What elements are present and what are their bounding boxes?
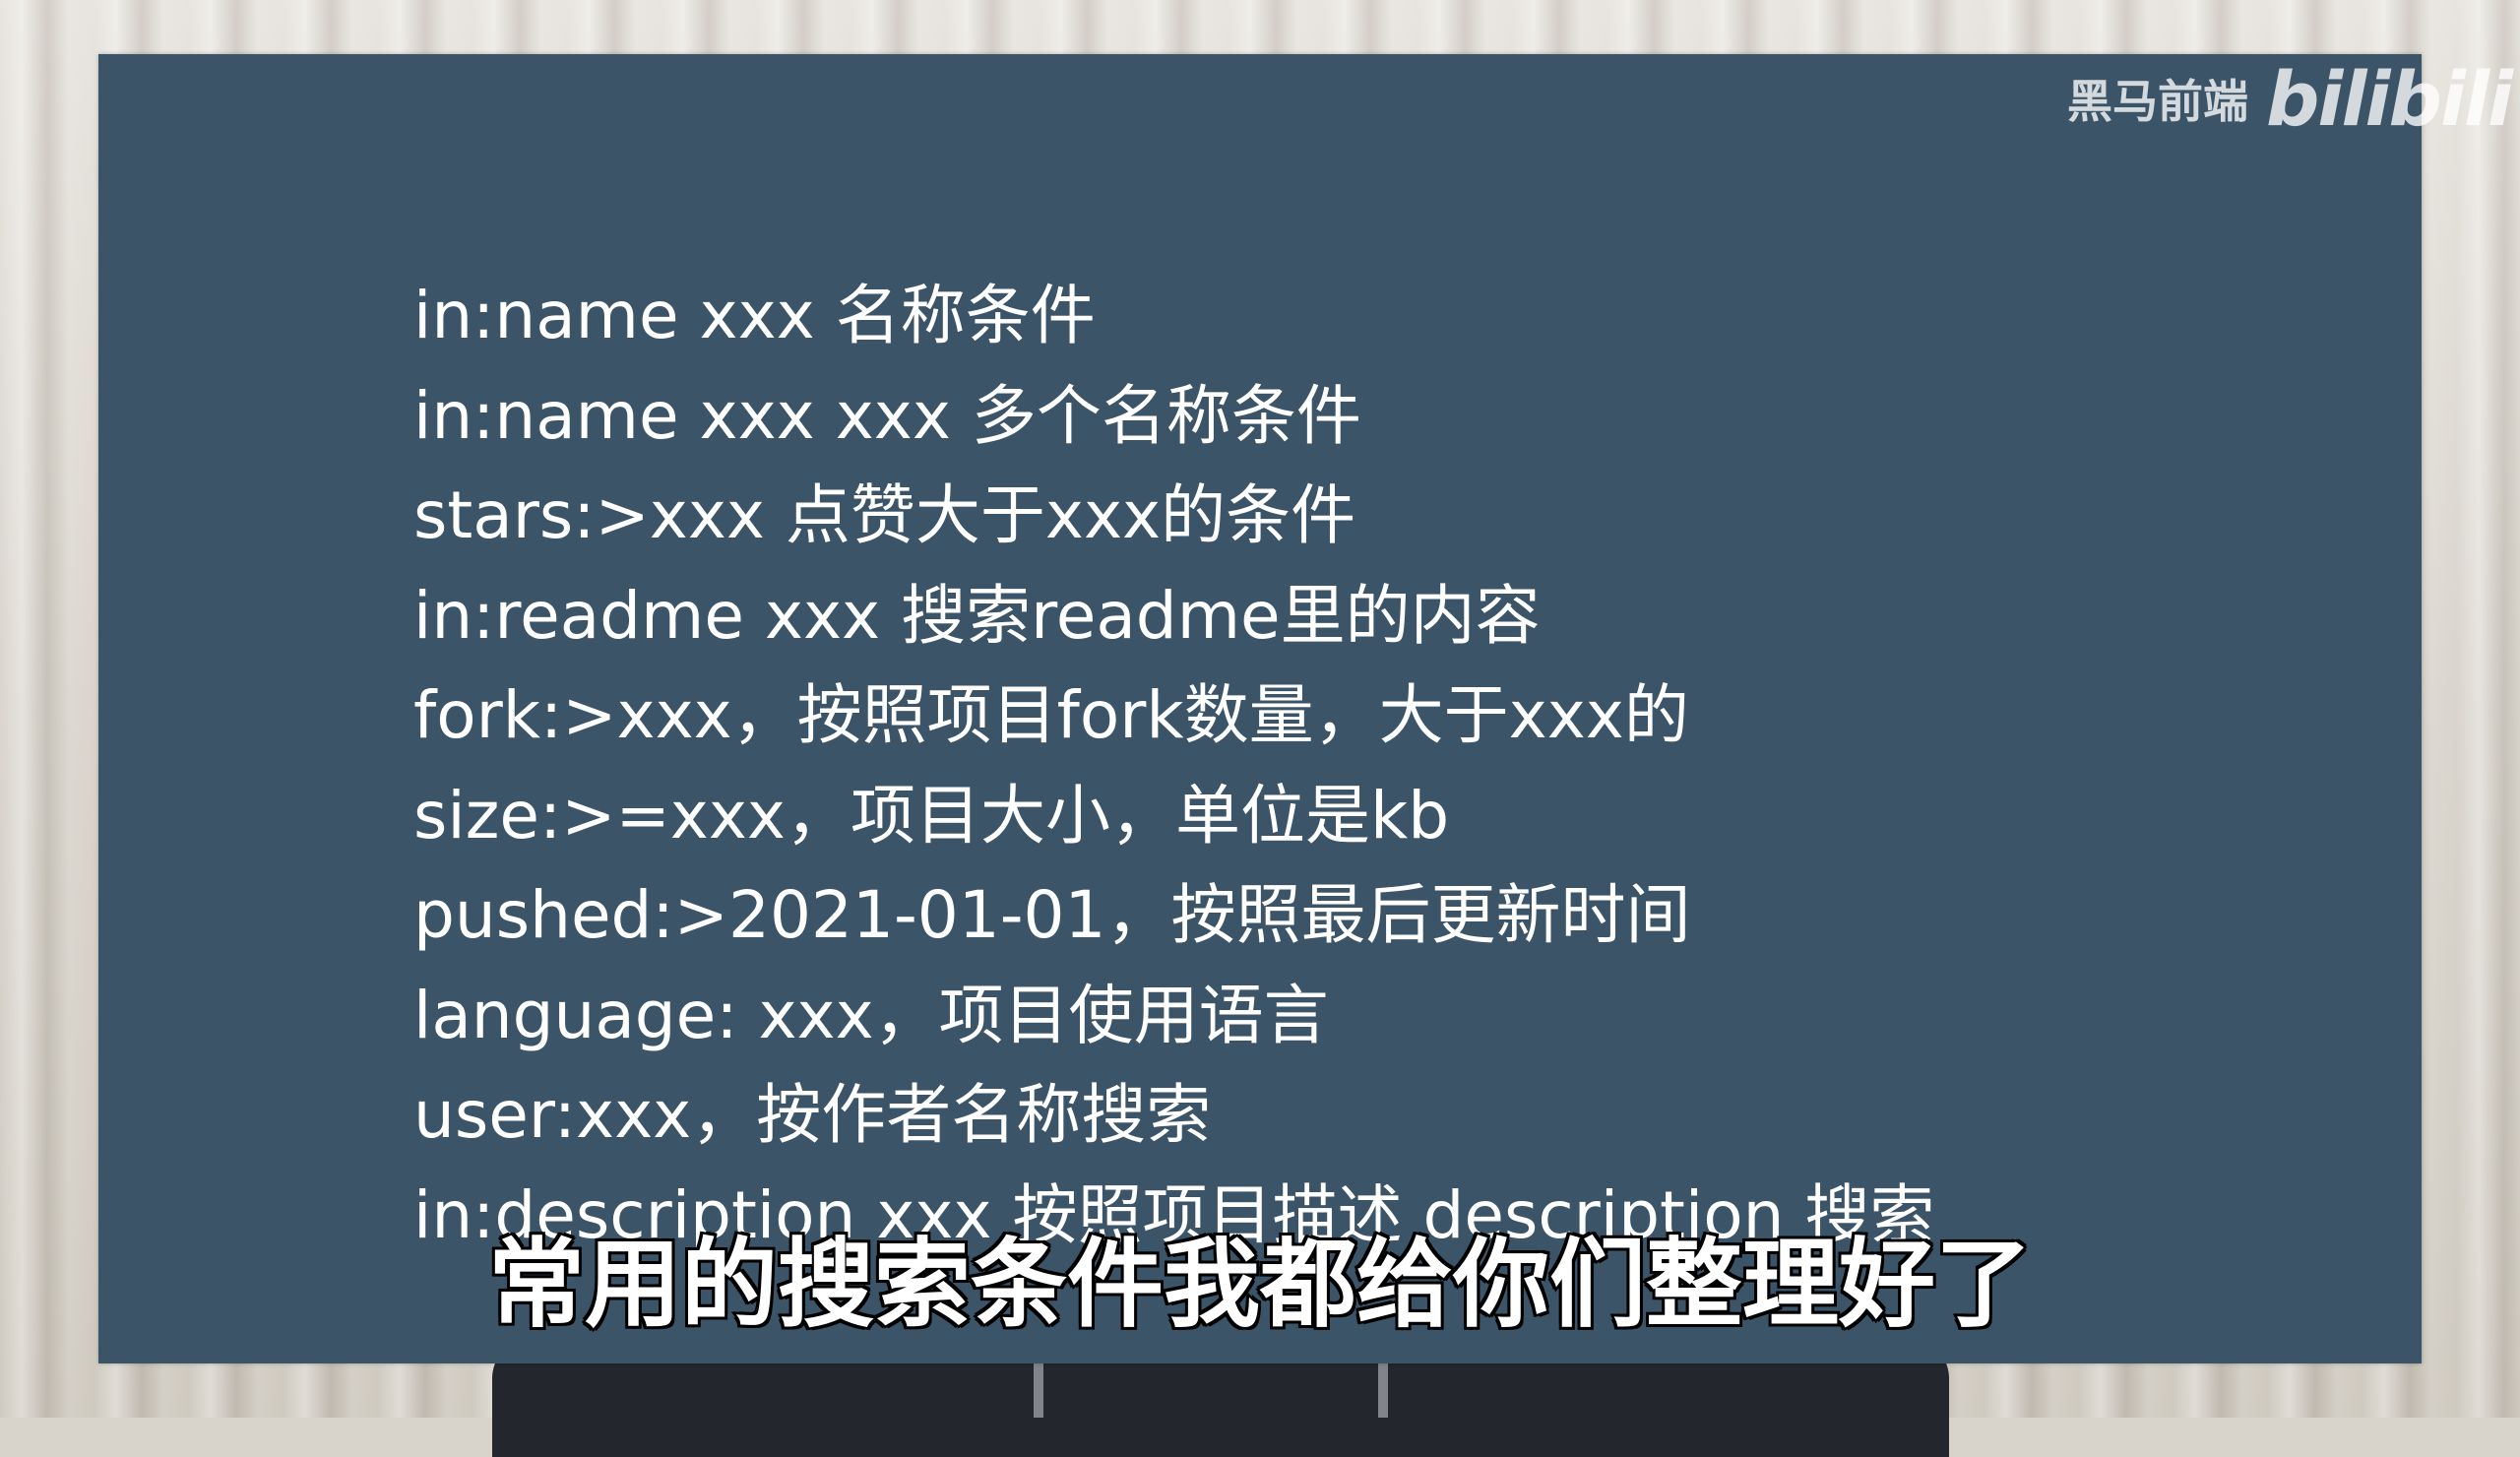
search-conditions-list: in:name xxx 名称条件 in:name xxx xxx 多个名称条件 …: [413, 266, 1934, 1265]
list-item: pushed:>2021-01-01，按照最后更新时间: [413, 877, 1691, 953]
list-item: in:name xxx xxx 多个名称条件: [413, 377, 1361, 454]
slide-panel: in:name xxx 名称条件 in:name xxx xxx 多个名称条件 …: [98, 54, 2422, 1363]
list-item: user:xxx，按作者名称搜索: [413, 1077, 1212, 1153]
list-item: stars:>xxx 点赞大于xxx的条件: [413, 477, 1356, 553]
video-subtitle: 常用的搜索条件我都给你们整理好了: [485, 1227, 2034, 1344]
list-item: size:>=xxx，项目大小，单位是kb: [413, 777, 1450, 854]
list-item: in:name xxx 名称条件: [413, 278, 1096, 353]
list-item: in:readme xxx 搜索readme里的内容: [413, 577, 1541, 654]
channel-watermark: 黑马前端 bilibili: [2067, 54, 2513, 143]
list-item: fork:>xxx，按照项目fork数量，大于xxx的: [413, 677, 1689, 753]
bilibili-logo: bilibili: [2266, 54, 2513, 143]
channel-name: 黑马前端: [2067, 75, 2248, 128]
list-item: language: xxx，项目使用语言: [413, 977, 1329, 1053]
